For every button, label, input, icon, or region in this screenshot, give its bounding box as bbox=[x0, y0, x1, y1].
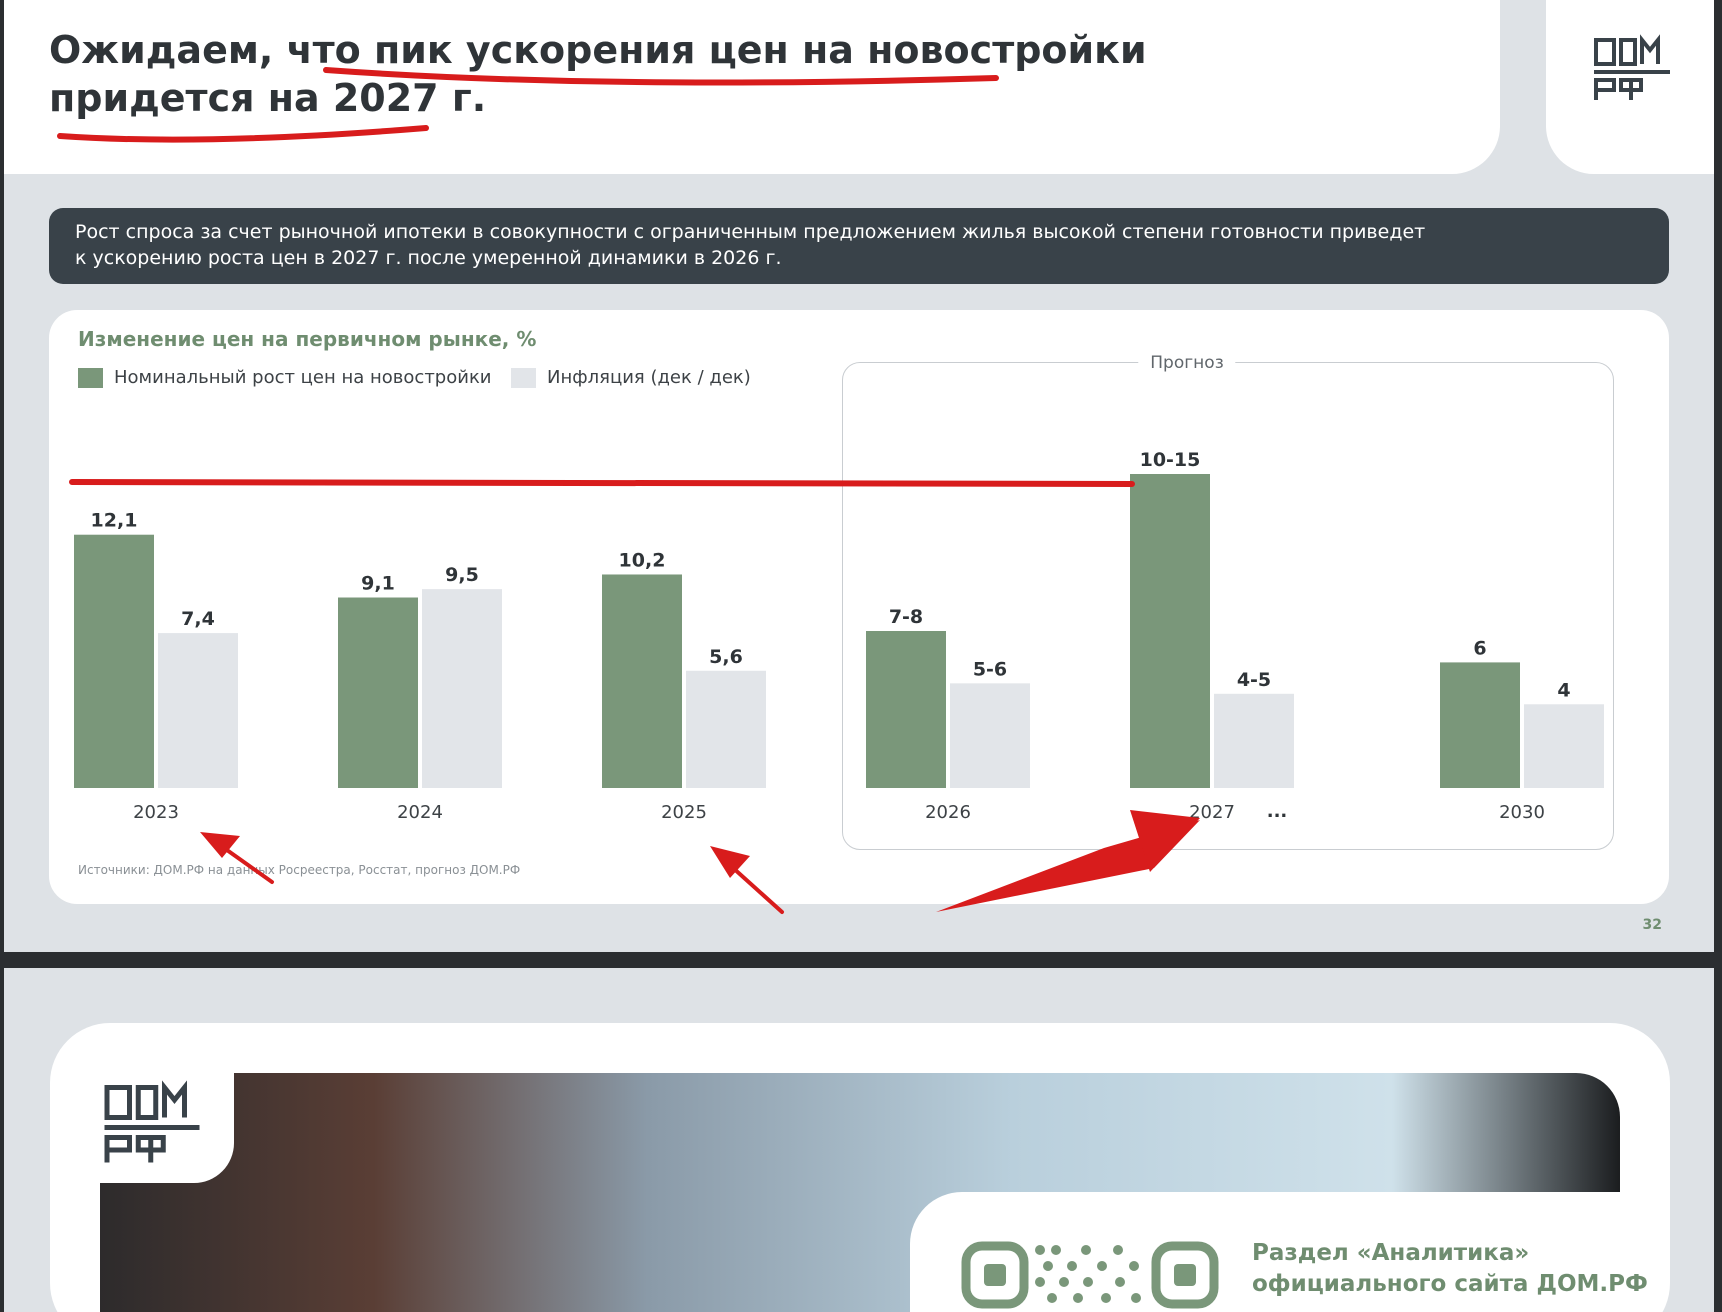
slide-32: Ожидаем, что пик ускорения цен на новост… bbox=[4, 0, 1714, 952]
slide-contacts: Раздел «Аналитика» официального сайта ДО… bbox=[4, 968, 1714, 1312]
page-number: 32 bbox=[1642, 917, 1662, 933]
bar-price-growth-2026 bbox=[866, 631, 946, 788]
x-tick-label-2024: 2024 bbox=[397, 802, 443, 823]
data-label-inflation-2024: 9,5 bbox=[445, 564, 479, 586]
bar-price-growth-2027 bbox=[1130, 474, 1210, 788]
x-tick-label-2025: 2025 bbox=[661, 802, 707, 823]
data-label-inflation-2030: 4 bbox=[1557, 679, 1570, 701]
axis-gap-marker: ... bbox=[1267, 801, 1288, 822]
data-label-price-growth-2025: 10,2 bbox=[619, 549, 666, 571]
bar-inflation-2027 bbox=[1214, 693, 1294, 788]
bar-chart: 12,1 7,4 2023 9,1 9,5 2024 10,2 5,6 2025 7-8 5-6 20… bbox=[74, 449, 1604, 823]
data-label-price-growth-2027: 10-15 bbox=[1140, 449, 1201, 471]
source-note: Источники: ДОМ.РФ на данных Росреестра, … bbox=[78, 863, 521, 877]
data-label-price-growth-2023: 12,1 bbox=[91, 510, 138, 532]
x-tick-label-2023: 2023 bbox=[133, 802, 179, 823]
x-tick-label-2030: 2030 bbox=[1499, 802, 1545, 823]
chart-card: Изменение цен на первичном рынке, % Номи… bbox=[49, 310, 1669, 904]
data-label-inflation-2023: 7,4 bbox=[181, 608, 215, 630]
bar-inflation-2025 bbox=[686, 670, 766, 788]
bar-inflation-2030 bbox=[1524, 704, 1604, 788]
data-label-price-growth-2030: 6 bbox=[1473, 637, 1486, 659]
analytics-line-2: официального сайта ДОМ.РФ bbox=[1252, 1271, 1648, 1297]
dom-rf-logo-icon bbox=[1594, 34, 1670, 100]
bar-price-growth-2024 bbox=[338, 597, 418, 788]
summary-line-1: Рост спроса за счет рыночной ипотеки в с… bbox=[75, 221, 1426, 243]
title-card: Ожидаем, что пик ускорения цен на новост… bbox=[4, 0, 1500, 174]
slide-title: Ожидаем, что пик ускорения цен на новост… bbox=[49, 28, 1147, 120]
summary-box: Рост спроса за счет рыночной ипотеки в с… bbox=[49, 208, 1669, 284]
data-label-inflation-2025: 5,6 bbox=[709, 646, 743, 668]
analytics-text: Раздел «Аналитика» официального сайта ДО… bbox=[1252, 1238, 1652, 1300]
dom-rf-logo-icon bbox=[104, 1080, 200, 1163]
bar-inflation-2024 bbox=[422, 589, 502, 788]
data-label-inflation-2027: 4-5 bbox=[1237, 669, 1271, 691]
data-label-price-growth-2024: 9,1 bbox=[361, 573, 395, 595]
logo-card bbox=[1546, 0, 1714, 174]
bar-price-growth-2025 bbox=[602, 574, 682, 788]
x-tick-label-2027: 2027 bbox=[1189, 802, 1235, 823]
analytics-line-1: Раздел «Аналитика» bbox=[1252, 1240, 1530, 1266]
bar-price-growth-2023 bbox=[74, 534, 154, 788]
bar-inflation-2023 bbox=[158, 633, 238, 788]
bar-inflation-2026 bbox=[950, 683, 1030, 788]
summary-line-2: к ускорению роста цен в 2027 г. после ум… bbox=[75, 247, 782, 269]
x-tick-label-2026: 2026 bbox=[925, 802, 971, 823]
bar-price-growth-2030 bbox=[1440, 662, 1520, 788]
qr-code-icon[interactable] bbox=[960, 1240, 1220, 1310]
data-label-inflation-2026: 5-6 bbox=[973, 658, 1007, 680]
data-label-price-growth-2026: 7-8 bbox=[889, 606, 923, 628]
